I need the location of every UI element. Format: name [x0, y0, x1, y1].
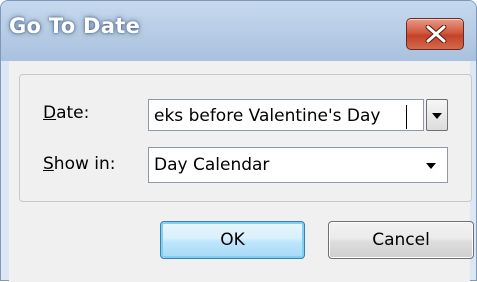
date-options-group: Date: eks before Valentine's Day Show in… [19, 74, 472, 202]
show-in-label-mnemonic: S [43, 154, 54, 174]
chevron-down-icon [426, 163, 436, 169]
show-in-selected-value: Day Calendar [154, 155, 270, 175]
chevron-down-icon [432, 113, 442, 119]
close-button[interactable] [406, 18, 464, 50]
date-label-rest: ate: [56, 103, 90, 123]
date-input-value: eks before Valentine's Day [154, 106, 381, 126]
go-to-date-dialog: Go To Date Date: eks before Valentine's … [0, 0, 477, 282]
date-input[interactable]: eks before Valentine's Day [148, 99, 424, 131]
ok-button[interactable]: OK [160, 221, 305, 259]
show-in-label: Show in: [43, 154, 116, 174]
window-title: Go To Date [9, 14, 141, 38]
date-dropdown-button[interactable] [426, 99, 448, 131]
dialog-body: Date: eks before Valentine's Day Show in… [9, 61, 474, 282]
title-bar[interactable]: Go To Date [1, 1, 476, 61]
show-in-select[interactable]: Day Calendar [148, 147, 448, 183]
date-label-mnemonic: D [43, 103, 57, 123]
date-label: Date: [43, 103, 89, 123]
close-icon [425, 25, 447, 43]
show-in-label-rest: how in: [53, 154, 116, 174]
cancel-button[interactable]: Cancel [328, 221, 474, 259]
text-caret [406, 105, 407, 129]
